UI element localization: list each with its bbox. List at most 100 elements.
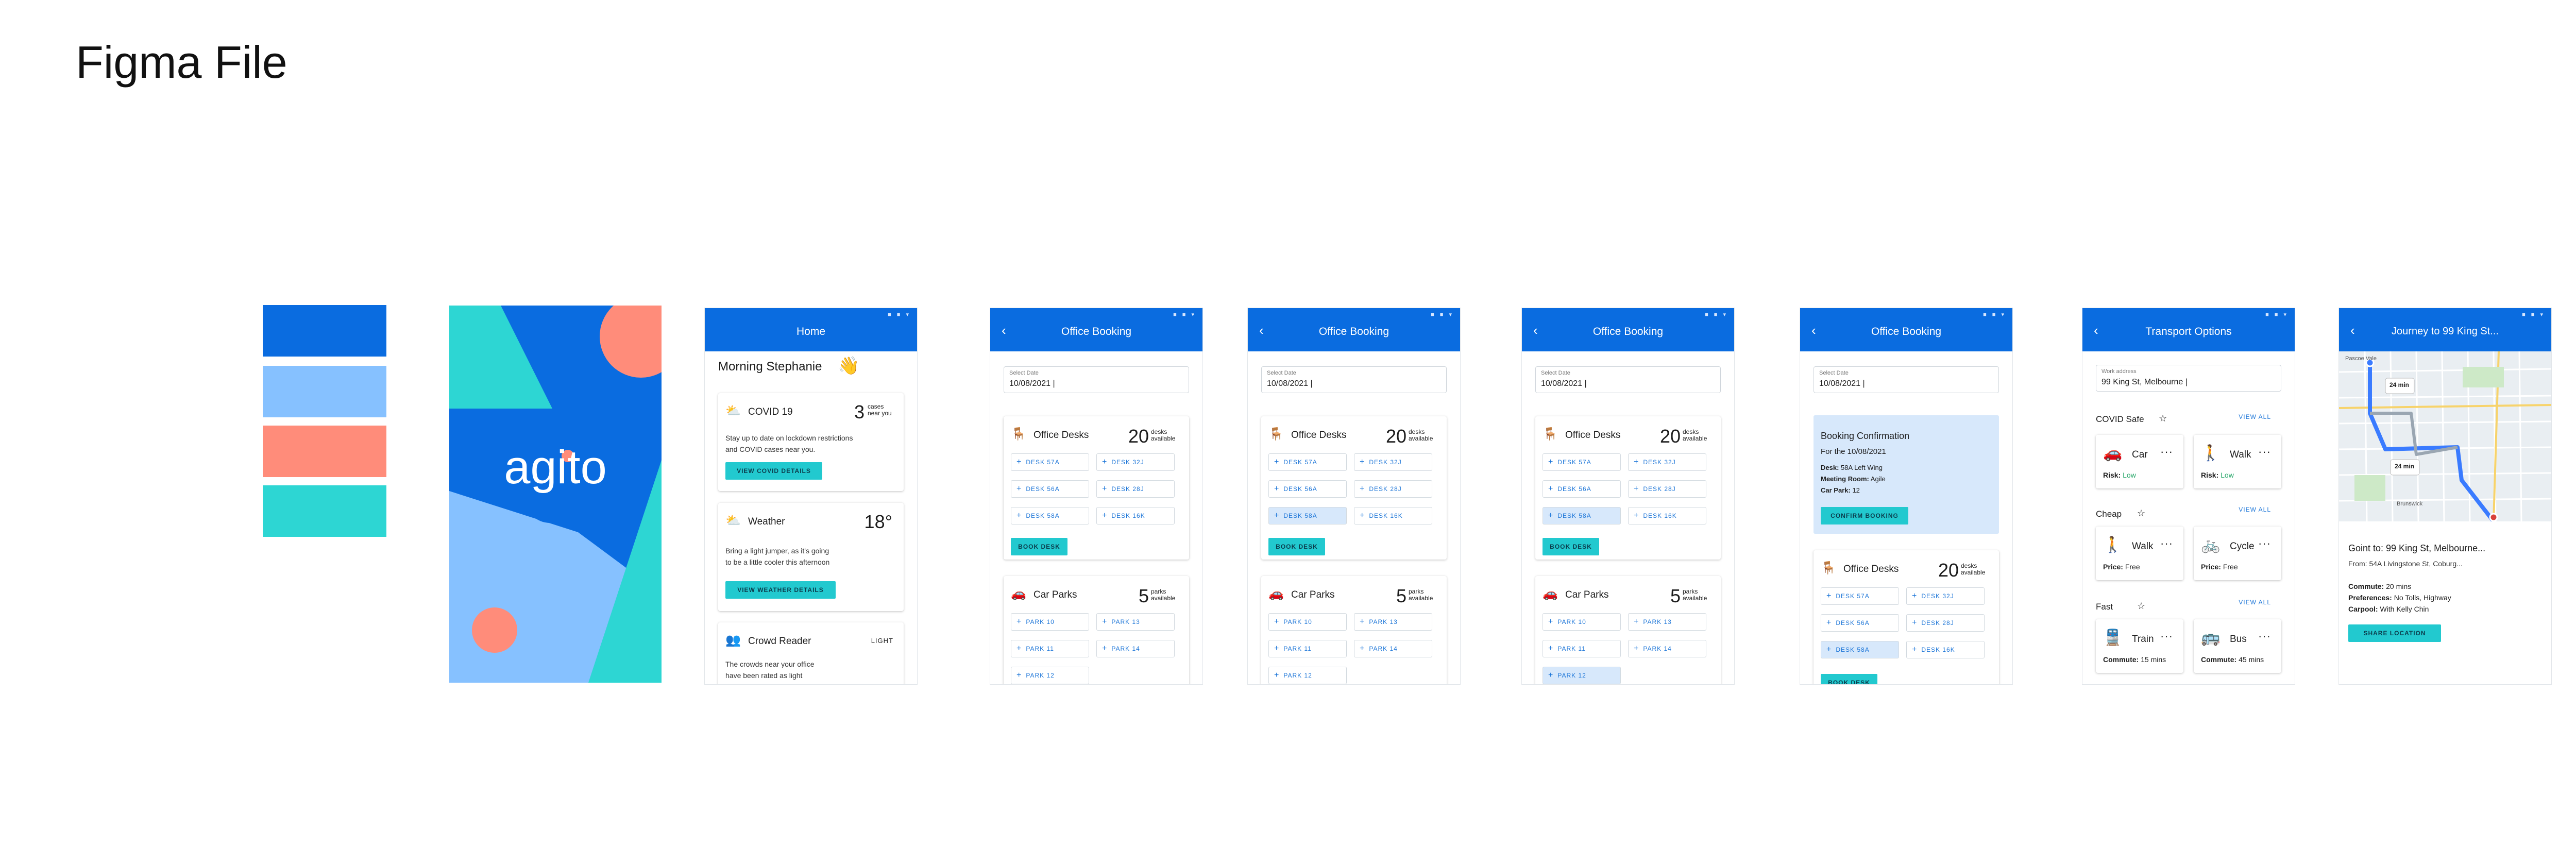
plus-icon: + bbox=[1360, 644, 1365, 653]
more-icon[interactable]: ··· bbox=[2258, 445, 2271, 459]
app-logo: agito bbox=[504, 441, 607, 494]
park-chip[interactable]: + PARK 12 bbox=[1268, 667, 1347, 684]
desk-chip[interactable]: + DESK 28J bbox=[1906, 614, 1985, 632]
plus-icon: + bbox=[1102, 644, 1108, 653]
plus-icon: + bbox=[1360, 617, 1365, 626]
park-chip[interactable]: + PARK 14 bbox=[1096, 640, 1175, 657]
parks-count-label: parks available bbox=[1409, 588, 1433, 602]
view-all-link[interactable]: VIEW ALL bbox=[2239, 506, 2271, 513]
star-icon[interactable]: ☆ bbox=[2137, 508, 2145, 519]
desk-chip[interactable]: + DESK 56A bbox=[1268, 480, 1347, 498]
desk-chip[interactable]: + DESK 57A bbox=[1821, 587, 1899, 605]
book-desk-button[interactable]: BOOK DESK bbox=[1821, 674, 1877, 684]
car-parks-card: 🚗 Car Parks 5 parks available + PARK 10 + P… bbox=[1535, 576, 1721, 684]
work-address-field[interactable]: Work address 99 King St, Melbourne | bbox=[2096, 365, 2281, 392]
desk-chip-label: DESK 16K bbox=[1111, 512, 1145, 519]
desk-chip[interactable]: + DESK 28J bbox=[1628, 480, 1706, 498]
transport-card-walk[interactable]: 🚶 Walk ··· Price: Free bbox=[2096, 527, 2183, 580]
date-field[interactable]: Select Date 10/08/2021 | bbox=[1261, 366, 1447, 393]
desk-chip[interactable]: + DESK 16K bbox=[1906, 641, 1985, 658]
transport-card-cycle[interactable]: 🚲 Cycle ··· Price: Free bbox=[2194, 527, 2281, 580]
park-chip[interactable]: + PARK 11 bbox=[1011, 640, 1089, 657]
desk-chip[interactable]: + DESK 57A bbox=[1268, 453, 1347, 471]
desk-chip[interactable]: + DESK 32J bbox=[1628, 453, 1706, 471]
desk-chips: + DESK 57A + DESK 32J + DESK 56A + DESK 28J + D… bbox=[1268, 453, 1444, 534]
desk-chip[interactable]: + DESK 28J bbox=[1354, 480, 1432, 498]
status-icons: ■ ■ ▾ bbox=[1705, 312, 1728, 318]
park-chip[interactable]: + PARK 11 bbox=[1543, 640, 1621, 657]
desk-chip[interactable]: + DESK 58A bbox=[1011, 507, 1089, 524]
more-icon[interactable]: ··· bbox=[2160, 445, 2173, 459]
share-location-button[interactable]: SHARE LOCATION bbox=[2348, 624, 2441, 642]
view-covid-details-button[interactable]: VIEW COVID DETAILS bbox=[725, 462, 822, 480]
park-chip[interactable]: + PARK 13 bbox=[1354, 613, 1432, 631]
confirmation-panel: Booking Confirmation For the 10/08/2021 … bbox=[1814, 415, 1999, 534]
park-chip[interactable]: + PARK 10 bbox=[1011, 613, 1089, 631]
work-address-label: Work address bbox=[2102, 368, 2137, 375]
desk-chip-label: DESK 32J bbox=[1643, 459, 1676, 466]
car-icon: 🚗 bbox=[1011, 586, 1026, 601]
park-chip[interactable]: + PARK 11 bbox=[1268, 640, 1347, 657]
room-label: Meeting Room: bbox=[1821, 475, 1869, 483]
desk-chip[interactable]: + DESK 16K bbox=[1096, 507, 1175, 524]
desk-chip[interactable]: + DESK 16K bbox=[1628, 507, 1706, 524]
date-field[interactable]: Select Date 10/08/2021 | bbox=[1535, 366, 1721, 393]
desk-chip-label: DESK 28J bbox=[1111, 485, 1144, 493]
desk-chip[interactable]: + DESK 32J bbox=[1906, 587, 1985, 605]
view-all-link[interactable]: VIEW ALL bbox=[2239, 413, 2271, 420]
book-desk-button[interactable]: BOOK DESK bbox=[1011, 538, 1067, 555]
park-chip[interactable]: + PARK 12 bbox=[1011, 667, 1089, 684]
desks-title: Office Desks bbox=[1291, 430, 1347, 441]
park-chip[interactable]: + PARK 14 bbox=[1628, 640, 1706, 657]
star-icon[interactable]: ☆ bbox=[2137, 601, 2145, 612]
desk-chip[interactable]: + DESK 56A bbox=[1821, 614, 1899, 632]
swatch-light-blue bbox=[263, 366, 386, 417]
desk-chip-selected[interactable]: + DESK 58A bbox=[1543, 507, 1621, 524]
desk-chip-selected[interactable]: + DESK 58A bbox=[1268, 507, 1347, 524]
transport-card-walk[interactable]: 🚶 Walk ··· Risk: Low bbox=[2194, 435, 2281, 488]
route-map[interactable] bbox=[2339, 351, 2551, 521]
park-chip-label: PARK 10 bbox=[1026, 618, 1055, 625]
parks-title: Car Parks bbox=[1291, 589, 1335, 600]
date-field[interactable]: Select Date 10/08/2021 | bbox=[1004, 366, 1189, 393]
transport-card-train[interactable]: 🚆 Train ··· Commute: 15 mins bbox=[2096, 619, 2183, 673]
book-desk-button[interactable]: BOOK DESK bbox=[1543, 538, 1599, 555]
park-chip[interactable]: + PARK 10 bbox=[1543, 613, 1621, 631]
map-place-label: Pascoe Vale bbox=[2345, 356, 2377, 362]
desks-count-label: desks available bbox=[1683, 428, 1707, 442]
view-all-link[interactable]: VIEW ALL bbox=[2239, 599, 2271, 606]
park-chip[interactable]: + PARK 13 bbox=[1096, 613, 1175, 631]
park-chip[interactable]: + PARK 10 bbox=[1268, 613, 1347, 631]
plus-icon: + bbox=[1016, 458, 1022, 466]
desk-chip[interactable]: + DESK 57A bbox=[1543, 453, 1621, 471]
desk-chip[interactable]: + DESK 56A bbox=[1011, 480, 1089, 498]
desk-chip[interactable]: + DESK 32J bbox=[1354, 453, 1432, 471]
desk-chip[interactable]: + DESK 56A bbox=[1543, 480, 1621, 498]
desk-chip[interactable]: + DESK 57A bbox=[1011, 453, 1089, 471]
more-icon[interactable]: ··· bbox=[2160, 630, 2173, 643]
desk-chip[interactable]: + DESK 32J bbox=[1096, 453, 1175, 471]
view-weather-details-button[interactable]: VIEW WEATHER DETAILS bbox=[725, 581, 836, 599]
plus-icon: + bbox=[1912, 591, 1918, 600]
desk-chip-selected[interactable]: + DESK 58A bbox=[1821, 641, 1899, 658]
more-icon[interactable]: ··· bbox=[2258, 537, 2271, 550]
book-desk-button[interactable]: BOOK DESK bbox=[1268, 538, 1325, 555]
date-field[interactable]: Select Date 10/08/2021 | bbox=[1814, 366, 1999, 393]
transport-card-car[interactable]: 🚗 Car ··· Risk: Low bbox=[2096, 435, 2183, 488]
desk-chip-label: DESK 58A bbox=[1836, 646, 1870, 653]
more-icon[interactable]: ··· bbox=[2258, 630, 2271, 643]
desk-chip[interactable]: + DESK 16K bbox=[1354, 507, 1432, 524]
covid-count: 3 bbox=[854, 401, 865, 422]
park-chip-selected[interactable]: + PARK 12 bbox=[1543, 667, 1621, 684]
desk-chip[interactable]: + DESK 28J bbox=[1096, 480, 1175, 498]
app-bar: ■ ■ ▾ ‹ Transport Options bbox=[2082, 308, 2295, 351]
park-chip[interactable]: + PARK 14 bbox=[1354, 640, 1432, 657]
confirm-booking-button[interactable]: CONFIRM BOOKING bbox=[1821, 507, 1908, 524]
desks-header: 🪑 Office Desks 20 desks available bbox=[1268, 426, 1439, 447]
park-chip[interactable]: + PARK 13 bbox=[1628, 613, 1706, 631]
carpool-label: Carpool: bbox=[2348, 605, 2378, 613]
app-bar-title: Transport Options bbox=[2145, 326, 2232, 337]
star-icon[interactable]: ☆ bbox=[2159, 413, 2167, 424]
transport-card-bus[interactable]: 🚌 Bus ··· Commute: 45 mins bbox=[2194, 619, 2281, 673]
more-icon[interactable]: ··· bbox=[2160, 537, 2173, 550]
